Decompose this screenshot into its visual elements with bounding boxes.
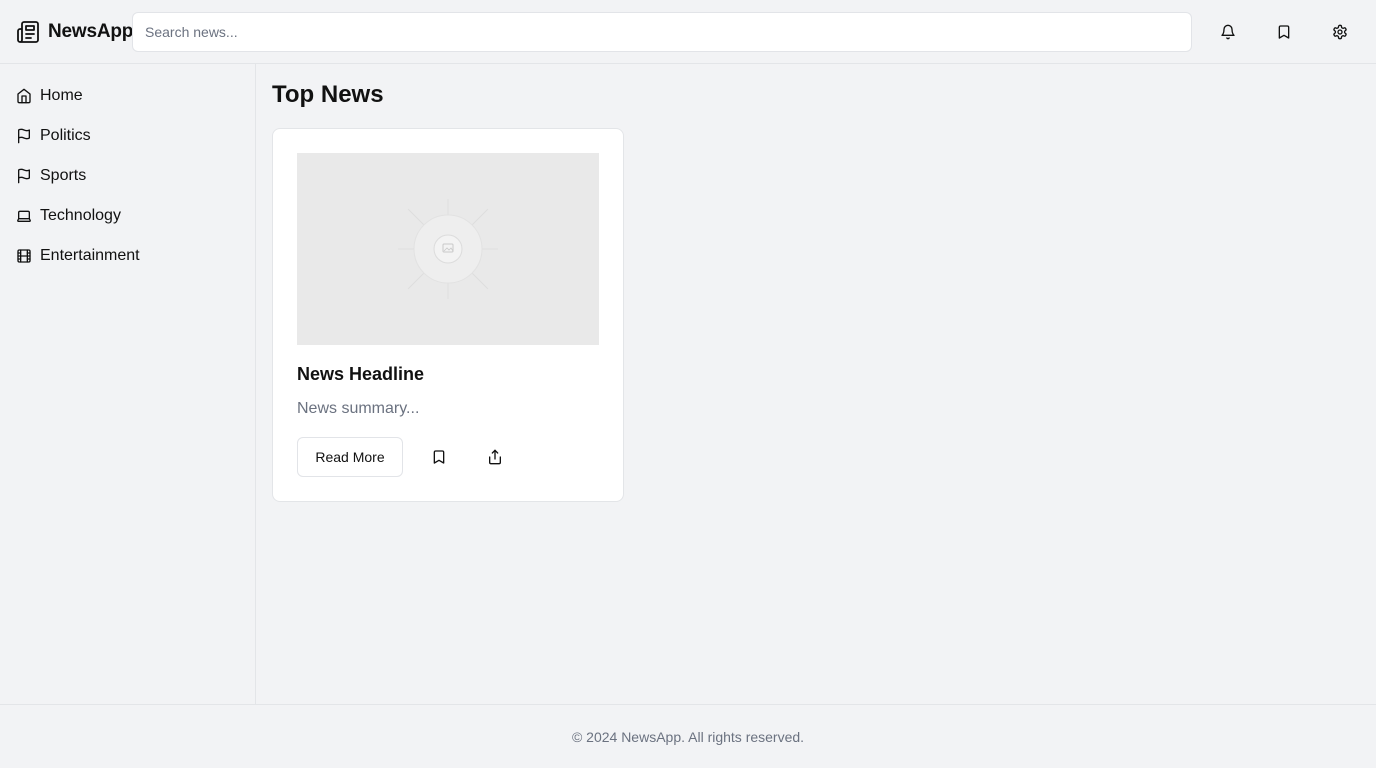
page-title: Top News bbox=[272, 81, 384, 108]
bell-icon bbox=[1220, 24, 1236, 40]
sidebar: Home Politics Sports Technology Entertai… bbox=[0, 64, 256, 704]
notifications-button[interactable] bbox=[1212, 16, 1244, 48]
sidebar-item-label: Home bbox=[40, 87, 83, 104]
bookmark-article-button[interactable] bbox=[423, 441, 455, 473]
news-headline[interactable]: News Headline bbox=[297, 364, 424, 385]
flag-icon bbox=[16, 128, 32, 144]
sidebar-item-technology[interactable]: Technology bbox=[16, 204, 121, 228]
sidebar-item-home[interactable]: Home bbox=[16, 84, 83, 108]
film-icon bbox=[16, 248, 32, 264]
bookmark-icon bbox=[1276, 24, 1292, 40]
sidebar-item-label: Entertainment bbox=[40, 247, 140, 264]
sidebar-item-label: Technology bbox=[40, 207, 121, 224]
footer: © 2024 NewsApp. All rights reserved. bbox=[0, 704, 1376, 768]
news-card: News Headline News summary... Read More bbox=[272, 128, 624, 502]
brand[interactable]: NewsApp bbox=[16, 20, 133, 44]
newspaper-icon bbox=[16, 20, 40, 44]
copyright-text: © 2024 NewsApp. All rights reserved. bbox=[571, 728, 805, 745]
app-name: NewsApp bbox=[48, 21, 134, 42]
laptop-icon bbox=[16, 208, 32, 224]
sidebar-item-label: Sports bbox=[40, 167, 87, 184]
search-input[interactable] bbox=[132, 12, 1192, 52]
bookmark-icon bbox=[431, 449, 447, 465]
read-more-button[interactable]: Read More bbox=[297, 437, 403, 477]
news-summary: News summary... bbox=[297, 400, 420, 417]
news-image bbox=[297, 153, 599, 345]
share-article-button[interactable] bbox=[479, 441, 511, 473]
sidebar-item-sports[interactable]: Sports bbox=[16, 164, 86, 188]
home-icon bbox=[16, 88, 32, 104]
flag-icon bbox=[16, 168, 32, 184]
sidebar-item-entertainment[interactable]: Entertainment bbox=[16, 244, 140, 268]
settings-button[interactable] bbox=[1324, 16, 1356, 48]
bookmarks-button[interactable] bbox=[1268, 16, 1300, 48]
sidebar-item-label: Politics bbox=[40, 127, 91, 144]
top-bar: NewsApp bbox=[0, 0, 1376, 64]
share-icon bbox=[487, 449, 503, 465]
sidebar-item-politics[interactable]: Politics bbox=[16, 124, 91, 148]
gear-icon bbox=[1332, 24, 1348, 40]
image-placeholder-icon bbox=[297, 153, 599, 345]
